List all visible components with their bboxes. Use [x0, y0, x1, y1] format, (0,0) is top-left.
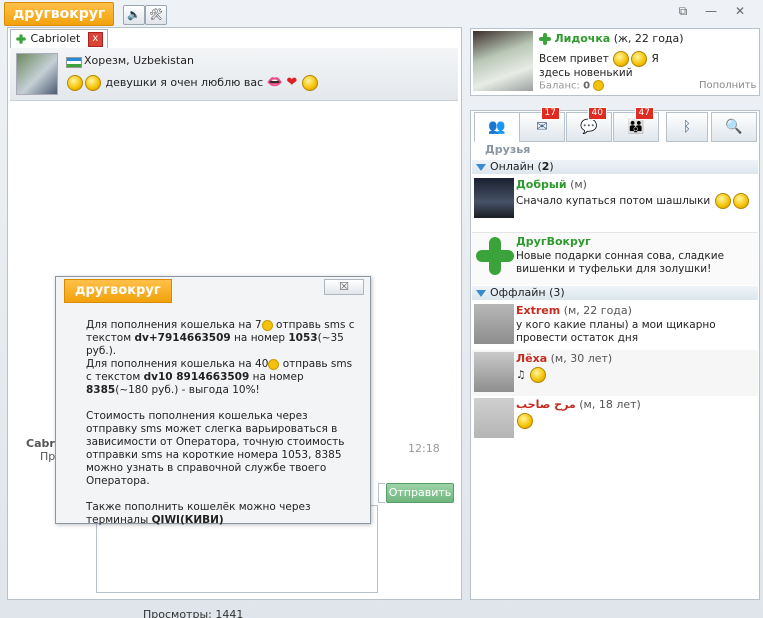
lips-icon: 👄	[266, 75, 283, 90]
message-time: 12:18	[408, 442, 440, 455]
message-text: Пр	[40, 450, 56, 463]
title-bar: другвокруг 🔈 🛠 ⧉ — ✕	[0, 0, 763, 26]
views-counter: Просмотры: 1441	[143, 608, 244, 618]
smiley-icon	[517, 413, 533, 429]
smiley-icon	[85, 75, 101, 91]
group-online[interactable]: Онлайн (2)	[472, 160, 758, 174]
chat-header: Хорезм, Uzbekistan девушки я очен люблю …	[10, 48, 458, 101]
friends-icon: 👥	[488, 119, 506, 135]
profile-photo[interactable]	[473, 31, 533, 91]
contact-message: у кого какие планы) а мои щикарно провес…	[516, 319, 716, 344]
smiley-icon	[631, 51, 648, 67]
wallet-topup-dialog: другвокруг ☒ Для пополнения кошелька на …	[55, 276, 371, 526]
envelope-icon: ✉	[536, 119, 548, 135]
refill-link[interactable]: Пополнить	[699, 80, 756, 91]
dialog-text: Для пополнения кошелька на 7 отправь sms…	[86, 319, 356, 540]
contact-avatar	[474, 304, 514, 344]
contact-avatar[interactable]	[16, 53, 58, 95]
dialog-paragraph-1: Для пополнения кошелька на 7 отправь sms…	[86, 319, 355, 396]
contact-item[interactable]: مرح صاحب (м, 18 лет)	[472, 396, 758, 442]
smiley-icon	[67, 75, 83, 91]
smiley-icon	[613, 51, 630, 67]
group-offline[interactable]: Оффлайн (3)	[472, 286, 758, 300]
coin-icon	[268, 358, 280, 370]
tab-people[interactable]: 👪 47	[613, 107, 659, 142]
dialog-paragraph-4: Также пополнить кошелёк можно через терм…	[86, 501, 311, 526]
minimize-button[interactable]: —	[701, 2, 721, 20]
profile-name[interactable]: Лидочка	[555, 32, 611, 45]
contact-status: девушки я очен люблю вас 👄 ❤	[66, 75, 319, 91]
chats-badge: 40	[587, 107, 607, 120]
contact-item[interactable]: ДругВокруг Новые подарки сонная сова, сл…	[472, 232, 758, 285]
contact-item[interactable]: Лёха (м, 30 лет) ♫	[472, 350, 758, 396]
my-profile: Лидочка (ж, 22 года) Всем привет Я здесь…	[470, 28, 760, 96]
coin-icon	[593, 80, 605, 91]
contact-location: Хорезм, Uzbekistan	[84, 54, 194, 67]
dialog-close-button[interactable]: ☒	[324, 279, 364, 295]
input-edge	[378, 483, 385, 503]
contact-avatar	[474, 178, 514, 218]
bluetooth-icon: ᛒ	[682, 119, 692, 135]
drugvokrug-logo-icon	[476, 237, 514, 275]
tab-messages[interactable]: ✉ 17	[519, 107, 565, 142]
tools-icon: 🛠	[149, 8, 163, 21]
tab-search[interactable]: 🔍	[711, 112, 757, 142]
contact-name-row: ДругВокруг	[516, 235, 591, 248]
contact-avatar	[474, 398, 514, 438]
chat-tab-cabriolet[interactable]: Cabriolet x	[10, 29, 108, 48]
send-button[interactable]: Отправить	[386, 483, 454, 503]
contact-name-row: Extrem (м, 22 года)	[516, 304, 632, 317]
contact-item[interactable]: Добрый (м) Сначало купаться потом шашлык…	[472, 176, 758, 230]
heart-icon: ❤	[286, 75, 298, 90]
contact-item[interactable]: Extrem (м, 22 года) у кого какие планы) …	[472, 302, 758, 350]
balance: Баланс: 0	[539, 80, 605, 92]
search-icon: 🔍	[725, 119, 743, 135]
chat-bubbles-icon: 💬	[580, 119, 598, 135]
contact-status-text: девушки я очен люблю вас	[105, 76, 264, 89]
contact-avatar	[474, 352, 514, 392]
contact-message: Сначало купаться потом шашлыки	[516, 193, 754, 209]
dialog-paragraph-3: Стоимость пополнения кошелька через отпр…	[86, 410, 345, 487]
restore-button[interactable]: ⧉	[673, 2, 693, 20]
settings-button[interactable]: 🛠	[145, 5, 167, 25]
contact-message: Новые подарки сонная сова, сладкие вишен…	[516, 250, 725, 275]
chat-tab-label: Cabriolet	[30, 32, 81, 45]
tab-close-icon[interactable]: x	[87, 31, 103, 47]
tab-friends[interactable]: 👥	[474, 112, 520, 142]
contact-name-row: مرح صاحب (м, 18 лет)	[516, 398, 641, 411]
close-window-button[interactable]: ✕	[730, 2, 750, 20]
profile-name-row: Лидочка (ж, 22 года)	[539, 32, 684, 45]
people-badge: 47	[634, 107, 654, 120]
tab-bluetooth[interactable]: ᛒ	[666, 112, 708, 142]
contact-name-row: Лёха (м, 30 лет)	[516, 352, 613, 365]
section-title: Друзья	[485, 143, 531, 156]
sound-button[interactable]: 🔈	[123, 5, 145, 25]
tab-chats[interactable]: 💬 40	[566, 107, 612, 142]
contact-message: ♫	[516, 367, 754, 383]
collapse-arrow-icon	[476, 289, 486, 297]
profile-status[interactable]: Всем привет Я здесь новенький	[539, 51, 689, 80]
collapse-arrow-icon	[476, 163, 486, 171]
app-logo: другвокруг	[4, 2, 115, 26]
uzbekistan-flag-icon	[66, 57, 82, 68]
contact-message	[516, 413, 754, 429]
coin-icon	[261, 319, 273, 331]
smiley-icon	[714, 193, 731, 209]
contact-cross-icon	[539, 33, 551, 45]
kiss-smiley-icon	[301, 75, 318, 91]
people-icon: 👪	[627, 119, 645, 135]
smiley-icon	[732, 193, 749, 209]
profile-meta: (ж, 22 года)	[613, 32, 684, 45]
dialog-logo: другвокруг	[64, 279, 172, 303]
messages-badge: 17	[540, 107, 560, 120]
message-sender: Cabri	[26, 437, 59, 450]
speaker-icon: 🔈	[127, 8, 141, 21]
contact-name-row: Добрый (м)	[516, 178, 587, 191]
contact-cross-icon	[16, 34, 26, 44]
smiley-icon	[529, 367, 546, 383]
